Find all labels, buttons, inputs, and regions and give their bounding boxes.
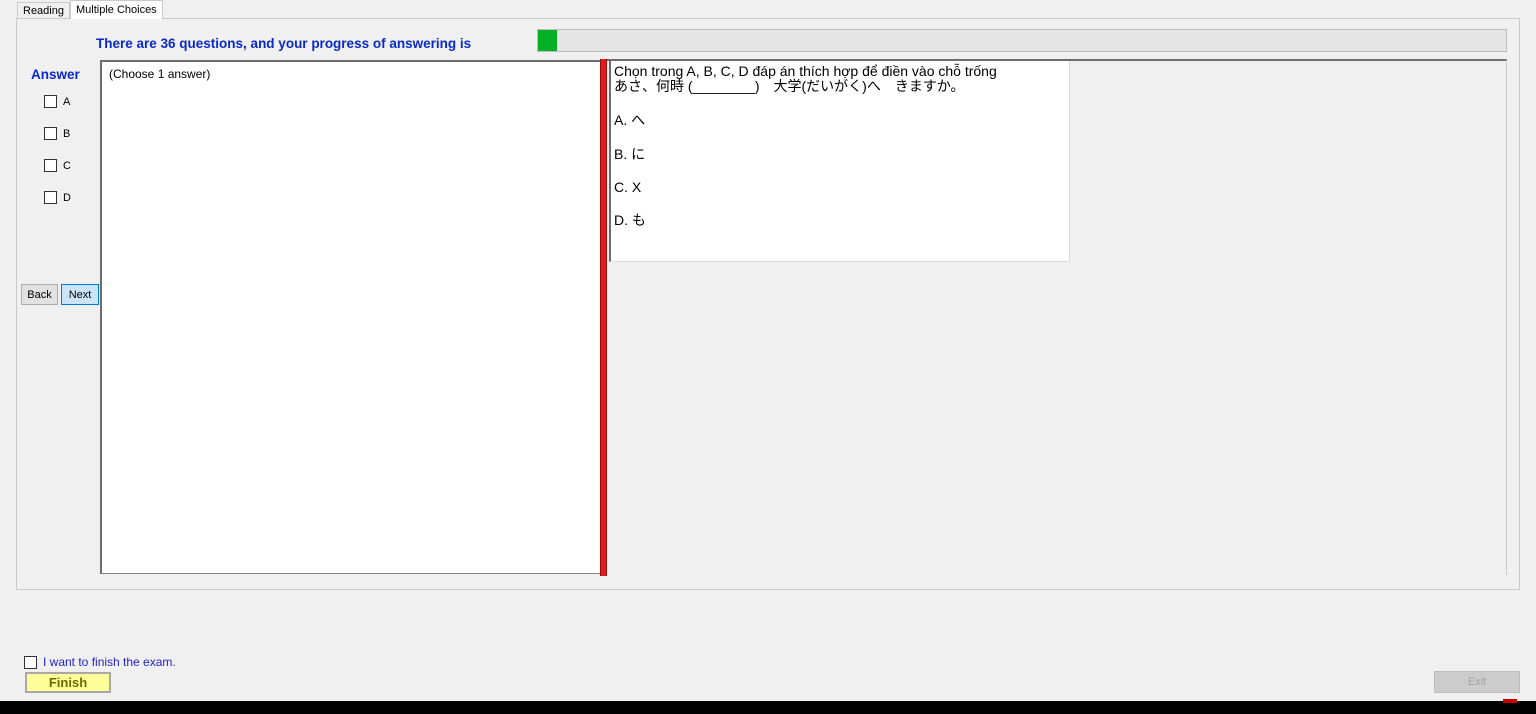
answer-option-label: B [63, 127, 71, 140]
answer-option-d[interactable]: D [44, 191, 71, 204]
answer-hint: (Choose 1 answer) [109, 67, 211, 81]
tab-multiple-choices[interactable]: Multiple Choices [69, 0, 163, 19]
checkbox[interactable] [44, 127, 57, 140]
finish-exam-label: I want to finish the exam. [43, 655, 176, 669]
answer-textbox[interactable]: (Choose 1 answer) [100, 60, 602, 574]
finish-button[interactable]: Finish [25, 672, 111, 693]
panel-splitter[interactable] [600, 59, 607, 576]
checkbox[interactable] [44, 191, 57, 204]
question-instruction: Chọn trong A, B, C, D đáp án thích hợp đ… [614, 63, 997, 79]
red-indicator [1503, 699, 1517, 703]
progress-bar [537, 29, 1507, 52]
question-choice-d: D. も [614, 212, 646, 228]
answer-option-label: A [63, 95, 71, 108]
checkbox[interactable] [24, 655, 37, 669]
question-box: Chọn trong A, B, C, D đáp án thích hợp đ… [609, 61, 1070, 262]
answer-title: Answer [31, 67, 80, 82]
progress-fill [538, 30, 558, 51]
answer-option-a[interactable]: A [44, 95, 70, 108]
tab-reading[interactable]: Reading [17, 2, 70, 19]
question-choice-a: A. へ [614, 112, 646, 128]
answer-option-b[interactable]: B [44, 127, 70, 140]
checkbox[interactable] [44, 159, 57, 172]
next-button[interactable]: Next [61, 284, 99, 305]
answer-option-c[interactable]: C [44, 159, 71, 172]
finish-exam-checkbox[interactable]: I want to finish the exam. [24, 652, 176, 669]
question-choice-b: B. に [614, 146, 646, 162]
answer-option-label: D [63, 191, 71, 204]
answer-option-label: C [63, 159, 71, 172]
exit-button[interactable]: Exit [1434, 671, 1520, 693]
tab-strip: Reading Multiple Choices [17, 0, 163, 19]
progress-label: There are 36 questions, and your progres… [96, 36, 472, 51]
question-sentence: あさ、何時 (________) 大学(だいがく)へ きますか。 [614, 78, 965, 94]
question-choice-c: C. X [614, 179, 642, 195]
back-button[interactable]: Back [21, 284, 58, 305]
checkbox[interactable] [44, 95, 57, 108]
taskbar-strip [0, 701, 1536, 714]
